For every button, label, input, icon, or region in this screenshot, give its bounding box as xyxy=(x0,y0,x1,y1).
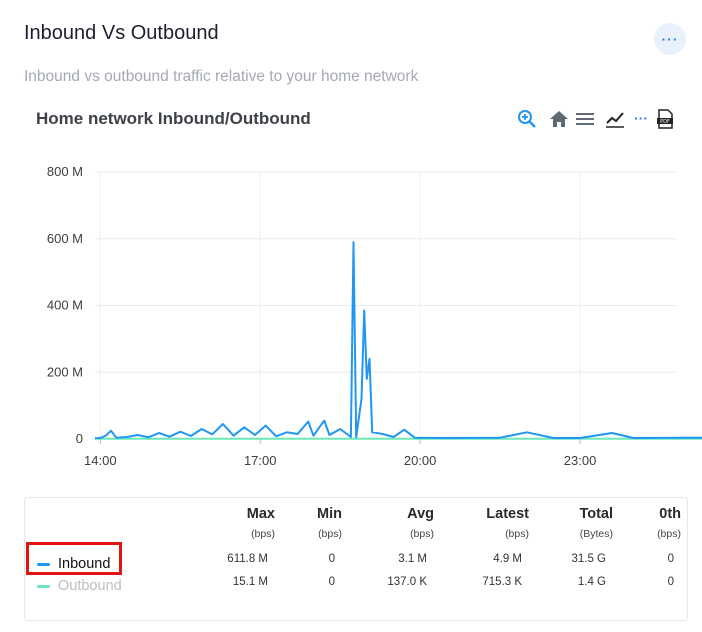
legend-cell: 137.0 K xyxy=(387,576,427,588)
pdf-icon[interactable]: PDF xyxy=(654,108,676,130)
x-tick-label: 14:00 xyxy=(84,453,117,468)
svg-text:PDF: PDF xyxy=(660,119,670,125)
home-icon[interactable] xyxy=(548,108,570,130)
x-tick-label: 17:00 xyxy=(244,453,277,468)
legend-swatch xyxy=(37,584,50,588)
x-tick-label: 23:00 xyxy=(564,453,597,468)
chart-title: Home network Inbound/Outbound xyxy=(36,109,311,128)
legend-col-header: Latest xyxy=(486,506,529,522)
toolbar-more-icon[interactable]: ··· xyxy=(630,108,652,130)
legend-col-unit: (bps) xyxy=(657,528,681,540)
legend-cell: 0 xyxy=(667,553,674,565)
card-title: Inbound Vs Outbound xyxy=(24,22,219,44)
legend-col-unit: (bps) xyxy=(410,528,434,540)
y-tick-label: 200 M xyxy=(47,364,83,379)
y-tick-label: 600 M xyxy=(47,231,83,246)
more-options-button[interactable]: ··· xyxy=(654,23,686,55)
legend-cell: 4.9 M xyxy=(493,553,522,565)
legend-col-header: Min xyxy=(317,506,342,522)
line-chart-icon[interactable] xyxy=(604,108,626,130)
series-line-inbound xyxy=(94,241,702,440)
x-tick-label: 20:00 xyxy=(404,453,437,468)
legend-cell: 715.3 K xyxy=(482,576,522,588)
legend-cell: 3.1 M xyxy=(398,553,427,565)
legend-cell: 0 xyxy=(328,553,335,565)
legend-label: Outbound xyxy=(58,578,122,594)
legend-cell: 0 xyxy=(667,576,674,588)
card-subtitle: Inbound vs outbound traffic relative to … xyxy=(24,68,419,85)
legend-col-unit: (bps) xyxy=(505,528,529,540)
legend-col-header: Avg xyxy=(407,506,434,522)
y-tick-label: 0 xyxy=(76,431,83,446)
traffic-line-chart: 0 200 M 400 M 600 M 800 M 14:00 17:00 20:00 23:0… xyxy=(47,164,702,468)
more-horizontal-icon: ··· xyxy=(661,31,679,47)
legend-col-unit: (bps) xyxy=(318,528,342,540)
legend-item-outbound[interactable]: Outbound xyxy=(37,578,122,594)
inbound-highlight-box xyxy=(26,542,122,575)
y-tick-label: 800 M xyxy=(47,164,83,179)
zoom-in-icon[interactable] xyxy=(516,108,538,130)
y-tick-label: 400 M xyxy=(47,298,83,313)
legend-col-header: 0th xyxy=(659,506,681,522)
menu-icon[interactable] xyxy=(574,108,596,130)
legend-cell: 0 xyxy=(328,576,335,588)
